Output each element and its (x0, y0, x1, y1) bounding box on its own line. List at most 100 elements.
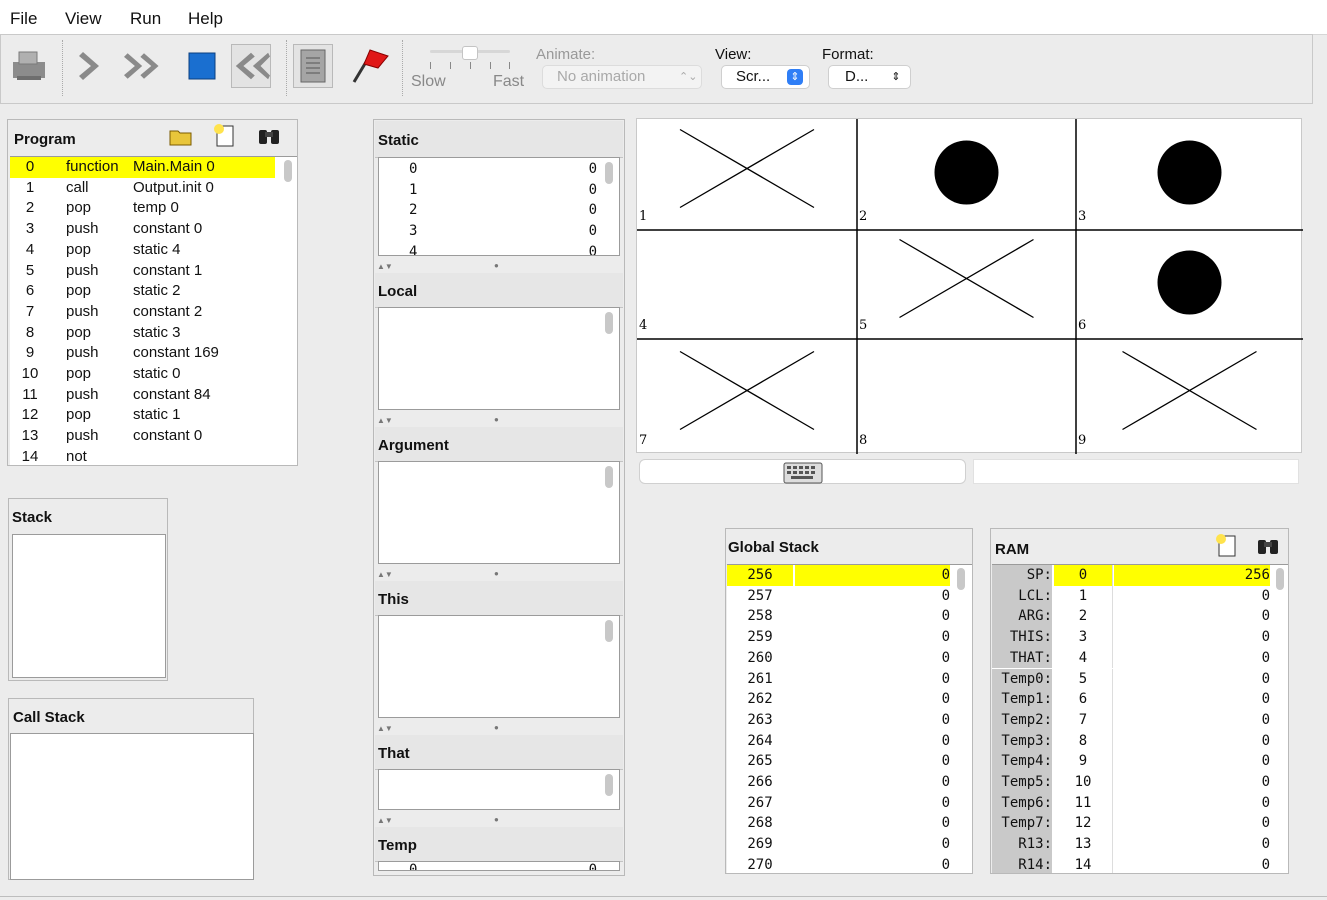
program-row[interactable]: 7 push constant 2 (10, 302, 275, 323)
segment-value: 0 (588, 223, 597, 240)
new-file-icon[interactable] (211, 123, 237, 153)
script-button[interactable] (293, 44, 333, 88)
collapse-arrows-icon[interactable]: ▲▼ (377, 570, 393, 579)
line-number: 0 (25, 158, 35, 175)
ram-row[interactable]: Temp5: 10 0 (992, 772, 1272, 793)
cell-number: 9 (1078, 433, 1086, 448)
split-handle[interactable]: ● (494, 815, 499, 824)
global-stack-row[interactable]: 259 0 (727, 627, 952, 648)
new-file-icon[interactable] (1213, 533, 1239, 563)
global-stack-row[interactable]: 263 0 (727, 710, 952, 731)
program-row[interactable]: 12 pop static 1 (10, 405, 275, 426)
global-stack-row[interactable]: 269 0 (727, 834, 952, 855)
vm-command: pop (66, 365, 92, 382)
split-handle[interactable]: ● (494, 723, 499, 732)
scrollbar-thumb[interactable] (284, 160, 292, 182)
segment-index: 4 (409, 243, 418, 256)
global-stack-row[interactable]: 266 0 (727, 772, 952, 793)
global-stack-row[interactable]: 267 0 (727, 793, 952, 814)
stack-value: 0 (795, 565, 950, 586)
global-stack-row[interactable]: 262 0 (727, 689, 952, 710)
ram-row[interactable]: THAT: 4 0 (992, 647, 1272, 669)
program-row[interactable]: 4 pop static 4 (10, 240, 275, 261)
stack-address: 269 (747, 836, 773, 853)
ram-row[interactable]: SP: 0 256 (992, 565, 1272, 586)
run-button[interactable] (124, 44, 164, 88)
collapse-arrows-icon[interactable]: ▲▼ (377, 262, 393, 271)
collapse-arrows-icon[interactable]: ▲▼ (377, 816, 393, 825)
breakpoints-button[interactable] (350, 44, 390, 88)
static-row[interactable]: 00 (379, 159, 601, 180)
ram-row[interactable]: Temp2: 7 0 (992, 709, 1272, 731)
ram-row[interactable]: R13: 13 0 (992, 834, 1272, 855)
temp-row[interactable]: 00 (379, 862, 601, 870)
program-row[interactable]: 8 pop static 3 (10, 323, 275, 344)
static-row[interactable]: 20 (379, 200, 601, 221)
scrollbar-thumb[interactable] (957, 568, 965, 590)
split-handle[interactable]: ● (494, 415, 499, 424)
scrollbar-thumb[interactable] (1276, 568, 1284, 590)
vm-argument: constant 84 (133, 385, 211, 403)
load-program-button[interactable] (8, 44, 48, 88)
this-title: This (378, 591, 409, 608)
global-stack-row[interactable]: 268 0 (727, 813, 952, 834)
collapse-arrows-icon[interactable]: ▲▼ (377, 416, 393, 425)
ram-row[interactable]: Temp0: 5 0 (992, 668, 1272, 690)
program-row[interactable]: 0 function Main.Main 0 (10, 157, 275, 178)
program-row[interactable]: 14 not (10, 447, 275, 465)
program-row[interactable]: 9 push constant 169 (10, 343, 275, 364)
stack-value: 0 (941, 629, 950, 646)
scrollbar-thumb[interactable] (605, 162, 613, 184)
program-row[interactable]: 3 push constant 0 (10, 219, 275, 240)
program-row[interactable]: 1 call Output.init 0 (10, 178, 275, 199)
ram-row[interactable]: THIS: 3 0 (992, 627, 1272, 648)
global-stack-row[interactable]: 257 0 (727, 586, 952, 607)
open-file-icon[interactable] (168, 126, 194, 152)
ram-row[interactable]: Temp4: 9 0 (992, 751, 1272, 772)
program-row[interactable]: 13 push constant 0 (10, 426, 275, 447)
program-row[interactable]: 5 push constant 1 (10, 261, 275, 282)
static-row[interactable]: 30 (379, 221, 601, 242)
single-step-button[interactable] (72, 44, 112, 88)
stop-button[interactable] (182, 44, 222, 88)
menu-file[interactable]: File (10, 9, 37, 29)
speed-slider[interactable] (428, 46, 512, 76)
binoculars-icon[interactable] (256, 124, 282, 152)
ram-row[interactable]: R14: 14 0 (992, 854, 1272, 873)
global-stack-row[interactable]: 258 0 (727, 606, 952, 627)
global-stack-row[interactable]: 264 0 (727, 731, 952, 752)
global-stack-row[interactable]: 270 0 (727, 855, 952, 873)
ram-row[interactable]: Temp1: 6 0 (992, 689, 1272, 710)
collapse-arrows-icon[interactable]: ▲▼ (377, 724, 393, 733)
menu-help[interactable]: Help (188, 9, 223, 29)
ram-row[interactable]: Temp7: 12 0 (992, 813, 1272, 835)
ram-row[interactable]: LCL: 1 0 (992, 585, 1272, 607)
static-row[interactable]: 40 (379, 242, 601, 256)
stack-value: 0 (941, 732, 950, 749)
ram-row[interactable]: Temp3: 8 0 (992, 730, 1272, 752)
ram-row[interactable]: ARG: 2 0 (992, 606, 1272, 628)
reset-button[interactable] (231, 44, 271, 88)
static-row[interactable]: 10 (379, 180, 601, 201)
split-handle[interactable]: ● (494, 569, 499, 578)
speed-slow-label: Slow (411, 73, 446, 90)
format-select[interactable]: D... ⇕ (828, 65, 911, 89)
program-row[interactable]: 11 push constant 84 (10, 385, 275, 406)
program-row[interactable]: 6 pop static 2 (10, 281, 275, 302)
global-stack-row[interactable]: 260 0 (727, 648, 952, 669)
ram-panel: RAM SP: 0 256 LCL: 1 0 ARG: 2 0 THIS: 3 0 THAT: 4 0 Tem… (990, 528, 1289, 874)
program-row[interactable]: 2 pop temp 0 (10, 198, 275, 219)
program-row[interactable]: 10 pop static 0 (10, 364, 275, 385)
global-stack-row[interactable]: 265 0 (727, 751, 952, 772)
keyboard-input[interactable] (639, 459, 966, 484)
ram-address: 14 (1054, 854, 1113, 873)
ram-row[interactable]: Temp6: 11 0 (992, 792, 1272, 814)
menu-run[interactable]: Run (130, 9, 161, 29)
global-stack-row[interactable]: 261 0 (727, 669, 952, 690)
menu-view[interactable]: View (65, 9, 102, 29)
animate-select[interactable]: No animation ⌃⌄ (542, 65, 702, 89)
global-stack-row[interactable]: 256 0 (727, 565, 952, 586)
view-select[interactable]: Scr... ⇕ (721, 65, 810, 89)
split-handle[interactable]: ● (494, 261, 499, 270)
binoculars-icon[interactable] (1255, 534, 1281, 562)
